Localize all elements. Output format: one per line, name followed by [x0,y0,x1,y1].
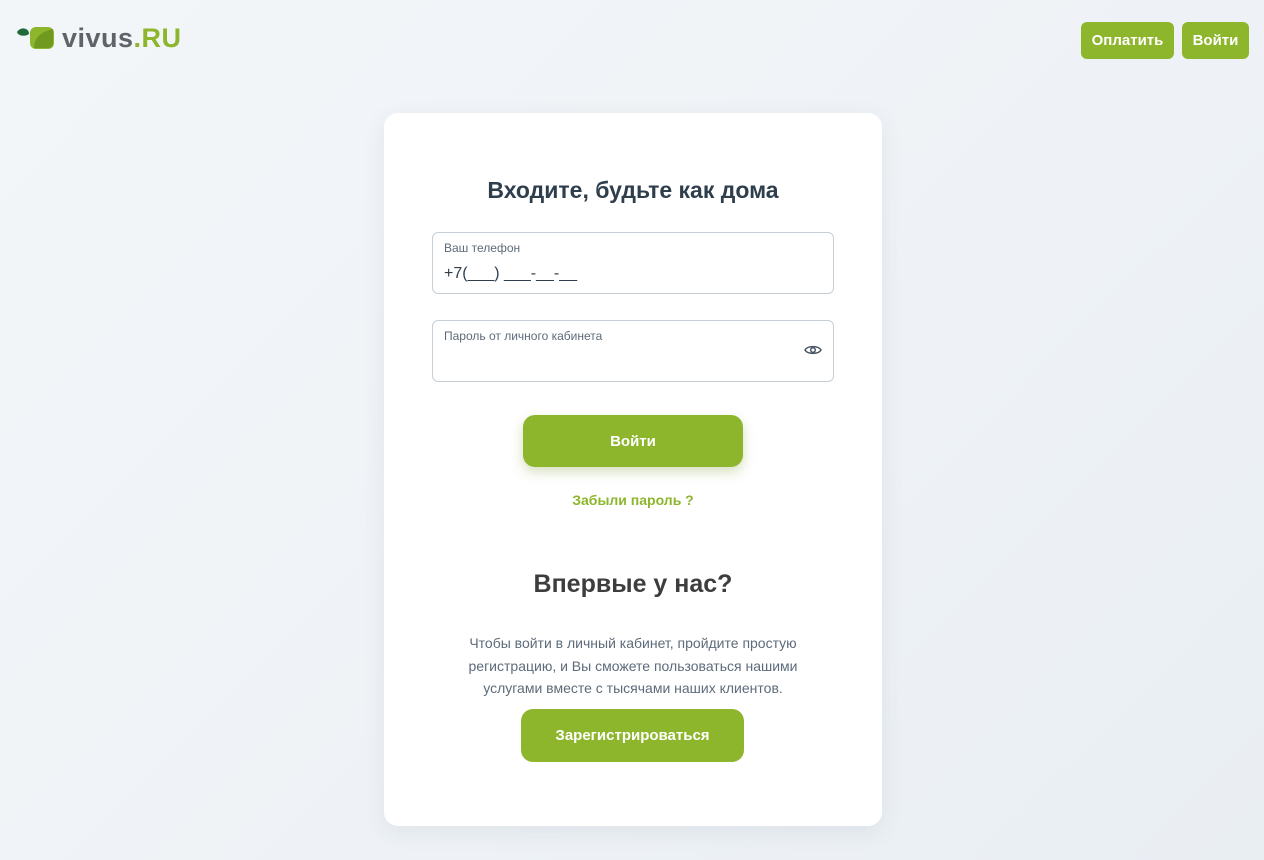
site-logo[interactable]: vivus.RU [16,24,182,52]
password-field[interactable]: Пароль от личного кабинета [432,320,834,382]
register-button[interactable]: Зарегистрироваться [521,709,744,762]
forgot-password-link[interactable]: Забыли пароль ? [384,492,882,508]
phone-field-label: Ваш телефон [444,241,521,255]
register-description: Чтобы войти в личный кабинет, пройдите п… [468,635,798,696]
phone-input[interactable] [444,263,784,285]
login-title: Входите, будьте как дома [487,177,779,203]
password-field-label: Пароль от личного кабинета [444,329,603,343]
phone-field[interactable]: Ваш телефон [432,232,834,294]
eye-icon[interactable] [804,343,822,357]
pay-button[interactable]: Оплатить [1081,22,1174,59]
leaf-logo-icon [17,27,54,49]
logo-wordmark: vivus.RU [62,24,182,52]
login-submit-button[interactable]: Войти [523,415,743,467]
logo-name: vivus [62,23,134,53]
logo-domain: .RU [133,23,182,53]
register-title: Впервые у нас? [533,570,733,598]
header-login-button[interactable]: Войти [1182,22,1249,59]
password-input[interactable] [444,351,784,373]
